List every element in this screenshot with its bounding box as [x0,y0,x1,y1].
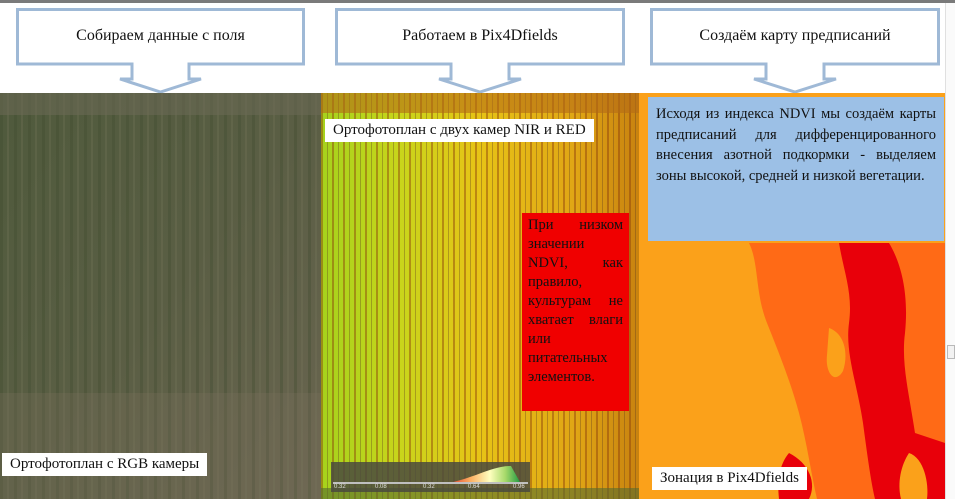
rgb-field-image [0,93,321,499]
ndvi-legend: 0.32 0.08 0.32 0.64 0.96 [331,462,530,492]
rgb-orthophoto-label: Ортофотоплан с RGB камеры [2,453,208,476]
zones-map-label: Зонация в Pix4Dfields [652,467,807,490]
callout-label: Создаём карту предписаний [699,27,891,44]
legend-tick: 0.96 [513,484,525,490]
legend-tick: 0.08 [375,484,387,490]
callout-create-map: Создаём карту предписаний [650,8,940,94]
right-edge-strip [945,3,955,499]
rgb-orthophoto: Ортофотоплан с RGB камеры [0,93,321,499]
callout-label: Собираем данные с поля [76,27,245,44]
top-divider [0,0,955,3]
legend-tick: 0.32 [334,484,346,490]
ndvi-orthophoto-label: Ортофотоплан с двух камер NIR и RED [325,119,594,142]
scroll-handle[interactable] [947,345,955,359]
callout-collect-data: Собираем данные с поля [16,8,305,94]
prescription-map-note: Исходя из индекса NDVI мы создаём карты … [648,97,944,241]
legend-tick: 0.64 [468,484,480,490]
legend-tick: 0.32 [423,484,435,490]
callout-label: Работаем в Pix4Dfields [402,27,558,44]
low-ndvi-note: При низком значении NDVI, как правило, к… [522,213,629,411]
callout-work-pix4d: Работаем в Pix4Dfields [335,8,625,94]
